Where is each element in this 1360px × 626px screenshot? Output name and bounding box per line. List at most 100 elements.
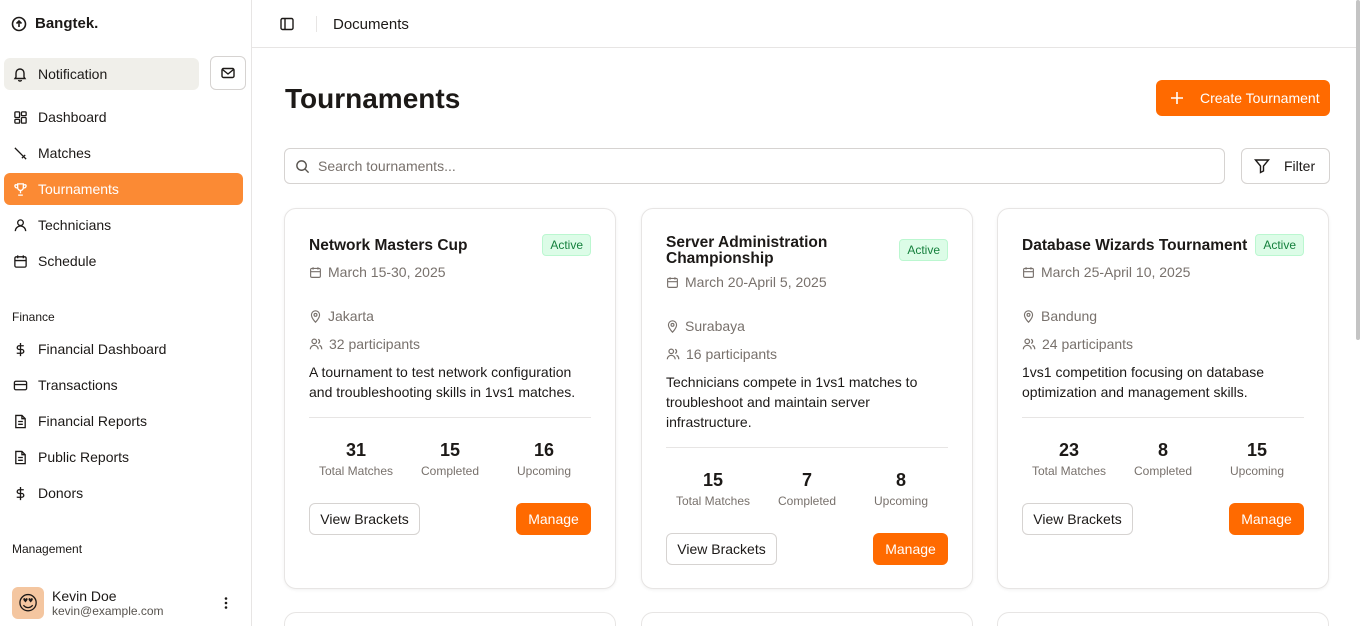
tournament-participants: 32 participants bbox=[309, 336, 420, 352]
location-text: Jakarta bbox=[328, 308, 374, 324]
tournament-dates: March 20-April 5, 2025 bbox=[666, 274, 827, 290]
tournament-dates: March 15-30, 2025 bbox=[309, 264, 446, 280]
manage-button[interactable]: Manage bbox=[873, 533, 948, 565]
main-nav: Dashboard Matches Tournaments Technician… bbox=[4, 101, 243, 281]
mail-button[interactable] bbox=[210, 56, 246, 90]
status-badge: Active bbox=[1255, 234, 1304, 256]
file-text-icon bbox=[12, 413, 28, 429]
sidebar-item-technicians[interactable]: Technicians bbox=[4, 209, 243, 241]
sidebar-item-donors[interactable]: Donors bbox=[4, 477, 243, 509]
stat-label: Completed bbox=[777, 494, 837, 508]
sidebar-item-label: Schedule bbox=[38, 253, 97, 269]
view-brackets-button[interactable]: View Brackets bbox=[309, 503, 420, 535]
tournament-card-partial bbox=[641, 612, 973, 626]
finance-nav: Financial Dashboard Transactions Financi… bbox=[4, 333, 243, 513]
sidebar-item-tournaments[interactable]: Tournaments bbox=[4, 173, 243, 205]
map-pin-icon bbox=[666, 319, 679, 333]
tournament-location: Surabaya bbox=[666, 318, 745, 334]
stat-total-matches: 23 Total Matches bbox=[1022, 439, 1116, 478]
grid-icon bbox=[12, 109, 28, 125]
sidebar-item-label: Matches bbox=[38, 145, 91, 161]
user-name: Kevin Doe bbox=[52, 588, 117, 604]
bell-icon bbox=[12, 66, 28, 82]
stat-completed: 15 Completed bbox=[403, 439, 497, 478]
dates-text: March 15-30, 2025 bbox=[328, 264, 446, 280]
filter-button[interactable]: Filter bbox=[1241, 148, 1330, 184]
tournament-card: Server Administration Championship Activ… bbox=[641, 208, 973, 589]
stat-value: 15 bbox=[702, 470, 724, 490]
stat-value: 15 bbox=[439, 440, 461, 460]
notification-button[interactable]: Notification bbox=[4, 58, 199, 90]
users-icon bbox=[309, 337, 323, 351]
sidebar-item-label: Public Reports bbox=[38, 449, 130, 465]
sidebar-item-label: Transactions bbox=[38, 377, 118, 393]
tournament-card: Database Wizards Tournament Active March… bbox=[997, 208, 1329, 589]
stat-value: 8 bbox=[1157, 440, 1168, 460]
logo-icon bbox=[11, 16, 27, 32]
create-tournament-label: Create Tournament bbox=[1200, 90, 1320, 106]
stat-completed: 7 Completed bbox=[760, 469, 854, 508]
tournament-description: A tournament to test network configurati… bbox=[309, 364, 576, 400]
view-brackets-button[interactable]: View Brackets bbox=[666, 533, 777, 565]
sidebar-item-public-reports[interactable]: Public Reports bbox=[4, 441, 243, 473]
page-title: Tournaments bbox=[285, 83, 461, 114]
participants-text: 24 participants bbox=[1042, 336, 1134, 352]
tournament-participants: 24 participants bbox=[1022, 336, 1133, 352]
tournament-location: Jakarta bbox=[309, 308, 374, 324]
stat-label: Total Matches bbox=[318, 464, 394, 478]
sidebar-item-financial-dashboard[interactable]: Financial Dashboard bbox=[4, 333, 243, 365]
create-tournament-button[interactable]: Create Tournament bbox=[1156, 80, 1330, 116]
filter-label: Filter bbox=[1284, 158, 1316, 174]
trophy-icon bbox=[12, 181, 28, 197]
scrollbar[interactable] bbox=[1356, 0, 1360, 340]
breadcrumb[interactable]: Documents bbox=[333, 16, 409, 33]
brand[interactable]: Bangtek. bbox=[11, 15, 98, 32]
tournament-title[interactable]: Database Wizards Tournament bbox=[1022, 238, 1252, 254]
sidebar: Bangtek. Notification Dashboard Matches … bbox=[0, 0, 252, 626]
stat-total-matches: 15 Total Matches bbox=[666, 469, 760, 508]
location-text: Bandung bbox=[1041, 308, 1098, 324]
dollar-icon bbox=[12, 485, 28, 501]
sidebar-toggle-icon[interactable] bbox=[279, 16, 295, 32]
search-icon bbox=[295, 159, 310, 174]
stat-label: Upcoming bbox=[1229, 464, 1285, 478]
stat-completed: 8 Completed bbox=[1116, 439, 1210, 478]
stat-value: 31 bbox=[345, 440, 367, 460]
sidebar-item-dashboard[interactable]: Dashboard bbox=[4, 101, 243, 133]
notification-label: Notification bbox=[38, 66, 108, 82]
sidebar-item-financial-reports[interactable]: Financial Reports bbox=[4, 405, 243, 437]
tournament-dates: March 25-April 10, 2025 bbox=[1022, 264, 1190, 280]
calendar-icon bbox=[12, 253, 28, 269]
tournament-title[interactable]: Server Administration Championship bbox=[666, 235, 866, 267]
participants-text: 32 participants bbox=[329, 336, 421, 352]
search-placeholder: Search tournaments... bbox=[318, 158, 456, 174]
more-vertical-icon[interactable] bbox=[218, 595, 234, 611]
user-profile[interactable]: 😍 Kevin Doe kevin@example.com bbox=[12, 587, 242, 619]
sidebar-item-schedule[interactable]: Schedule bbox=[4, 245, 243, 277]
tournament-stats: 23 Total Matches 8 Completed 15 Upcoming bbox=[1022, 439, 1304, 478]
stat-upcoming: 15 Upcoming bbox=[1210, 439, 1304, 478]
stat-label: Total Matches bbox=[675, 494, 751, 508]
user-email: kevin@example.com bbox=[52, 604, 164, 618]
stat-label: Completed bbox=[420, 464, 480, 478]
stat-value: 8 bbox=[895, 470, 906, 490]
sidebar-item-matches[interactable]: Matches bbox=[4, 137, 243, 169]
stat-upcoming: 8 Upcoming bbox=[854, 469, 948, 508]
user-icon bbox=[12, 217, 28, 233]
management-section-label: Management bbox=[12, 542, 83, 556]
tournament-description: 1vs1 competition focusing on database op… bbox=[1022, 364, 1265, 400]
tournament-title[interactable]: Network Masters Cup bbox=[309, 238, 539, 254]
manage-button[interactable]: Manage bbox=[1229, 503, 1304, 535]
stat-label: Upcoming bbox=[873, 494, 929, 508]
dates-text: March 25-April 10, 2025 bbox=[1041, 264, 1191, 280]
search-input[interactable]: Search tournaments... bbox=[284, 148, 1225, 184]
users-icon bbox=[1022, 337, 1036, 351]
stat-value: 15 bbox=[1246, 440, 1268, 460]
stat-label: Total Matches bbox=[1031, 464, 1107, 478]
plus-icon bbox=[1170, 91, 1184, 105]
view-brackets-button[interactable]: View Brackets bbox=[1022, 503, 1133, 535]
calendar-icon bbox=[309, 266, 322, 279]
tournament-card: Network Masters Cup Active March 15-30, … bbox=[284, 208, 616, 589]
manage-button[interactable]: Manage bbox=[516, 503, 591, 535]
sidebar-item-transactions[interactable]: Transactions bbox=[4, 369, 243, 401]
